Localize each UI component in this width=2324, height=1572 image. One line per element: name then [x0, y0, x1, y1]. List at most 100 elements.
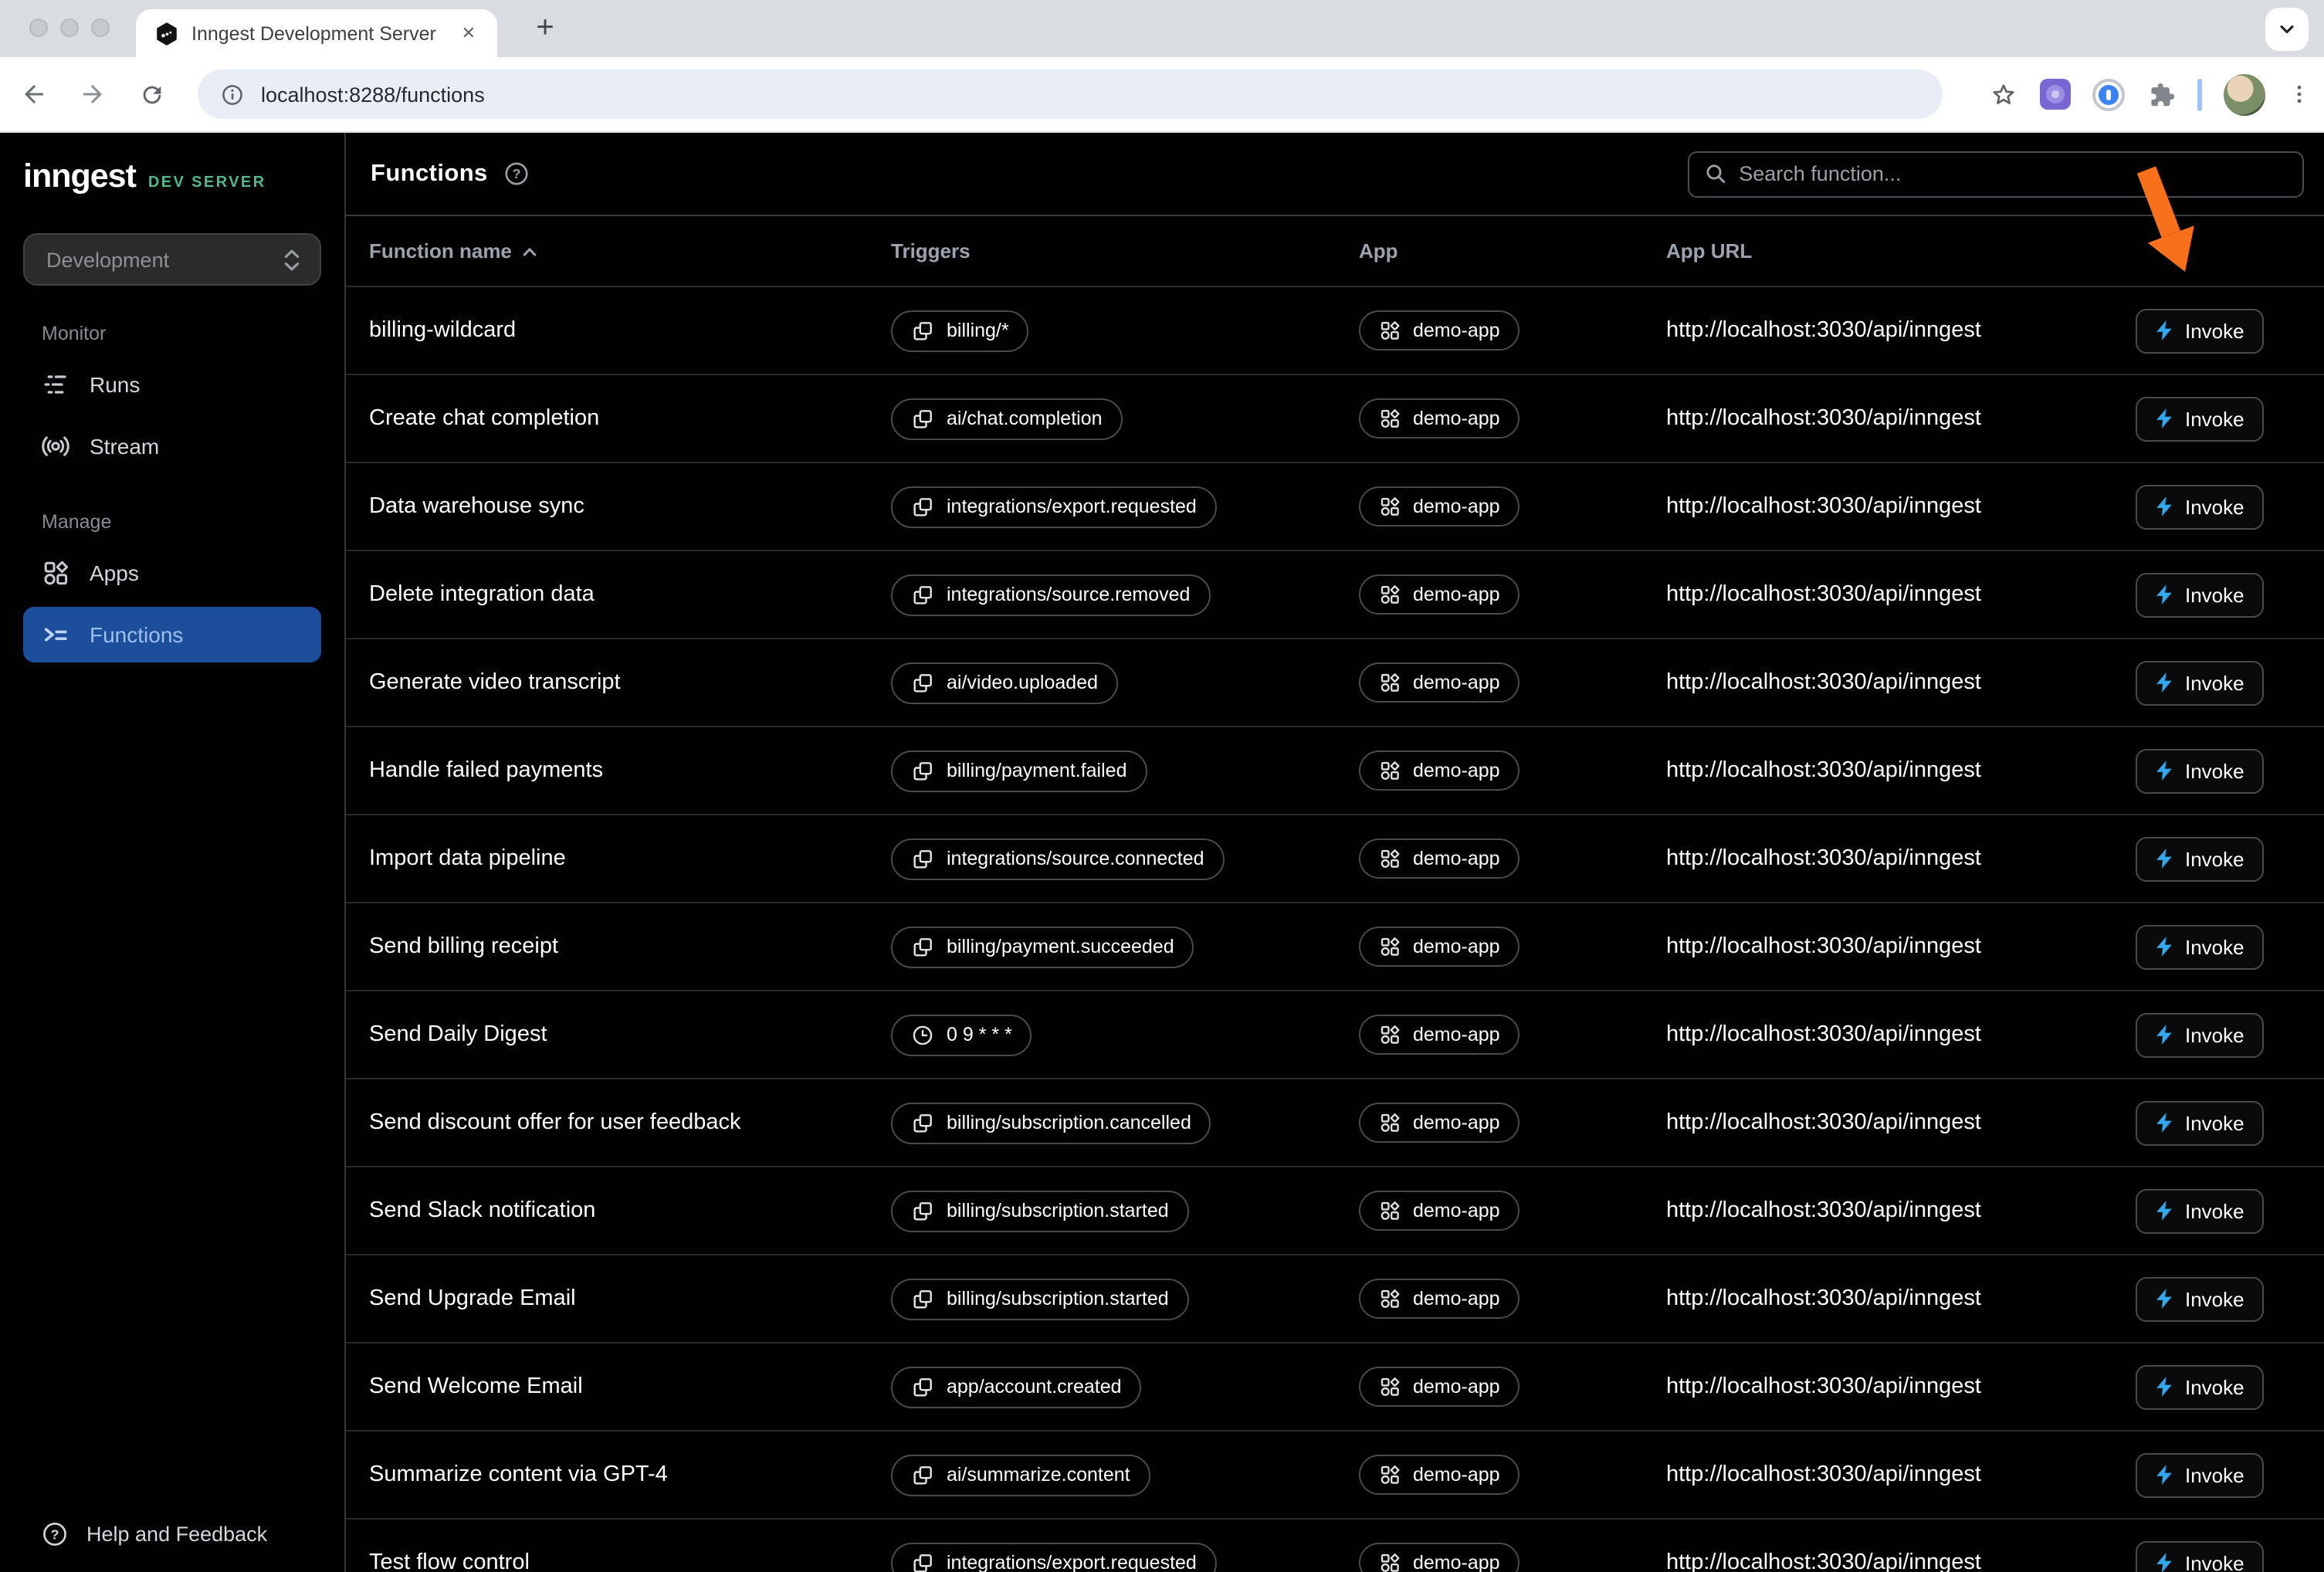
app-url: http://localhost:3030/api/inngest [1666, 758, 2136, 783]
invoke-button[interactable]: Invoke [2136, 396, 2265, 441]
app-badge[interactable]: demo-app [1359, 1543, 1520, 1572]
app-badge[interactable]: demo-app [1359, 927, 1520, 967]
trigger-badge[interactable]: billing/* [891, 310, 1029, 351]
trigger-badge[interactable]: billing/subscription.started [891, 1190, 1189, 1232]
function-name[interactable]: Generate video transcript [369, 670, 891, 695]
function-name[interactable]: Create chat completion [369, 406, 891, 431]
extensions-puzzle-icon[interactable] [2146, 80, 2176, 109]
invoke-button[interactable]: Invoke [2136, 484, 2265, 529]
function-name[interactable]: Test flow control [369, 1550, 891, 1572]
sidebar-item-runs[interactable]: Runs [23, 357, 321, 412]
browser-tab[interactable]: Inngest Development Server ✕ [136, 9, 497, 57]
trigger-badge[interactable]: ai/summarize.content [891, 1454, 1150, 1496]
trigger-badge[interactable]: billing/subscription.started [891, 1278, 1189, 1320]
trigger-badge[interactable]: 0 9 * * * [891, 1014, 1032, 1055]
sort-ascending-icon [523, 245, 538, 257]
function-name[interactable]: Data warehouse sync [369, 494, 891, 519]
app-badge[interactable]: demo-app [1359, 839, 1520, 879]
app-badge[interactable]: demo-app [1359, 1015, 1520, 1055]
invoke-button[interactable]: Invoke [2136, 572, 2265, 617]
invoke-button[interactable]: Invoke [2136, 308, 2265, 353]
app-badge[interactable]: demo-app [1359, 750, 1520, 791]
app-badge[interactable]: demo-app [1359, 1279, 1520, 1319]
app-badge[interactable]: demo-app [1359, 486, 1520, 527]
function-name[interactable]: Send Slack notification [369, 1198, 891, 1223]
app-badge[interactable]: demo-app [1359, 1367, 1520, 1407]
trigger-badge[interactable]: ai/chat.completion [891, 398, 1123, 439]
browser-menu-icon[interactable] [2287, 82, 2312, 107]
event-icon [911, 583, 934, 606]
app-badge[interactable]: demo-app [1359, 310, 1520, 351]
table-row: Data warehouse sync integrations/export.… [346, 463, 2324, 551]
zoom-window-button[interactable] [91, 19, 110, 37]
invoke-button[interactable]: Invoke [2136, 1364, 2265, 1409]
trigger-badge[interactable]: billing/payment.succeeded [891, 926, 1194, 967]
bolt-icon [2156, 496, 2173, 517]
function-name[interactable]: Send Welcome Email [369, 1374, 891, 1399]
tab-search-button[interactable] [2265, 8, 2309, 51]
clock-icon [911, 1023, 934, 1046]
invoke-button[interactable]: Invoke [2136, 924, 2265, 969]
function-name[interactable]: Send discount offer for user feedback [369, 1110, 891, 1135]
trigger-badge[interactable]: ai/video.uploaded [891, 662, 1118, 703]
trigger-badge[interactable]: billing/subscription.cancelled [891, 1102, 1211, 1143]
function-name[interactable]: Import data pipeline [369, 846, 891, 871]
function-name[interactable]: billing-wildcard [369, 318, 891, 343]
profile-avatar[interactable] [2224, 73, 2265, 115]
sidebar-item-stream[interactable]: Stream [23, 418, 321, 474]
trigger-badge[interactable]: integrations/export.requested [891, 1542, 1217, 1572]
app-badge[interactable]: demo-app [1359, 1103, 1520, 1143]
trigger-badge[interactable]: billing/payment.failed [891, 750, 1147, 791]
bolt-icon [2156, 1288, 2173, 1309]
invoke-button[interactable]: Invoke [2136, 836, 2265, 881]
trigger-badge[interactable]: integrations/export.requested [891, 486, 1217, 527]
url-bar[interactable]: localhost:8288/functions [198, 69, 1943, 119]
bolt-icon [2156, 1376, 2173, 1398]
invoke-button[interactable]: Invoke [2136, 1012, 2265, 1057]
sidebar-item-apps[interactable]: Apps [23, 545, 321, 601]
page-help-icon[interactable]: ? [503, 161, 530, 187]
trigger-badge[interactable]: integrations/source.removed [891, 574, 1210, 615]
sidebar-item-functions[interactable]: Functions [23, 607, 321, 662]
app-badge[interactable]: demo-app [1359, 574, 1520, 615]
invoke-button[interactable]: Invoke [2136, 660, 2265, 705]
invoke-button[interactable]: Invoke [2136, 1188, 2265, 1233]
invoke-button[interactable]: Invoke [2136, 1540, 2265, 1572]
function-name[interactable]: Handle failed payments [369, 758, 891, 783]
search-input[interactable] [1739, 162, 2287, 185]
function-name[interactable]: Summarize content via GPT-4 [369, 1462, 891, 1487]
svg-text:?: ? [512, 166, 520, 181]
extension-icon[interactable] [2040, 79, 2071, 110]
app-badge[interactable]: demo-app [1359, 1191, 1520, 1231]
app-badge[interactable]: demo-app [1359, 662, 1520, 703]
trigger-badge[interactable]: integrations/source.connected [891, 838, 1225, 879]
function-name[interactable]: Send Upgrade Email [369, 1286, 891, 1311]
page-header: Functions ? [346, 133, 2324, 216]
function-name[interactable]: Send billing receipt [369, 934, 891, 959]
search-box[interactable] [1688, 151, 2304, 197]
back-button[interactable] [9, 69, 59, 119]
app-url: http://localhost:3030/api/inngest [1666, 1110, 2136, 1135]
invoke-button[interactable]: Invoke [2136, 1100, 2265, 1145]
invoke-button[interactable]: Invoke [2136, 748, 2265, 793]
forward-arrow-icon [79, 80, 107, 108]
password-manager-icon[interactable] [2092, 78, 2125, 110]
reload-button[interactable] [127, 69, 176, 119]
environment-selector[interactable]: Development [23, 233, 321, 286]
invoke-button[interactable]: Invoke [2136, 1452, 2265, 1497]
forward-button[interactable] [68, 69, 117, 119]
help-and-feedback[interactable]: ? Help and Feedback [23, 1521, 321, 1547]
tab-close-icon[interactable]: ✕ [456, 20, 482, 46]
function-name[interactable]: Send Daily Digest [369, 1022, 891, 1047]
bookmark-star-icon[interactable] [1989, 80, 2018, 109]
minimize-window-button[interactable] [60, 19, 79, 37]
column-function-name[interactable]: Function name [369, 239, 891, 263]
function-name[interactable]: Delete integration data [369, 582, 891, 607]
invoke-button[interactable]: Invoke [2136, 1276, 2265, 1321]
dev-server-badge: DEV SERVER [148, 174, 266, 191]
trigger-badge[interactable]: app/account.created [891, 1366, 1142, 1408]
app-badge[interactable]: demo-app [1359, 398, 1520, 439]
app-badge[interactable]: demo-app [1359, 1455, 1520, 1495]
new-tab-button[interactable]: + [522, 5, 568, 51]
close-window-button[interactable] [29, 19, 48, 37]
